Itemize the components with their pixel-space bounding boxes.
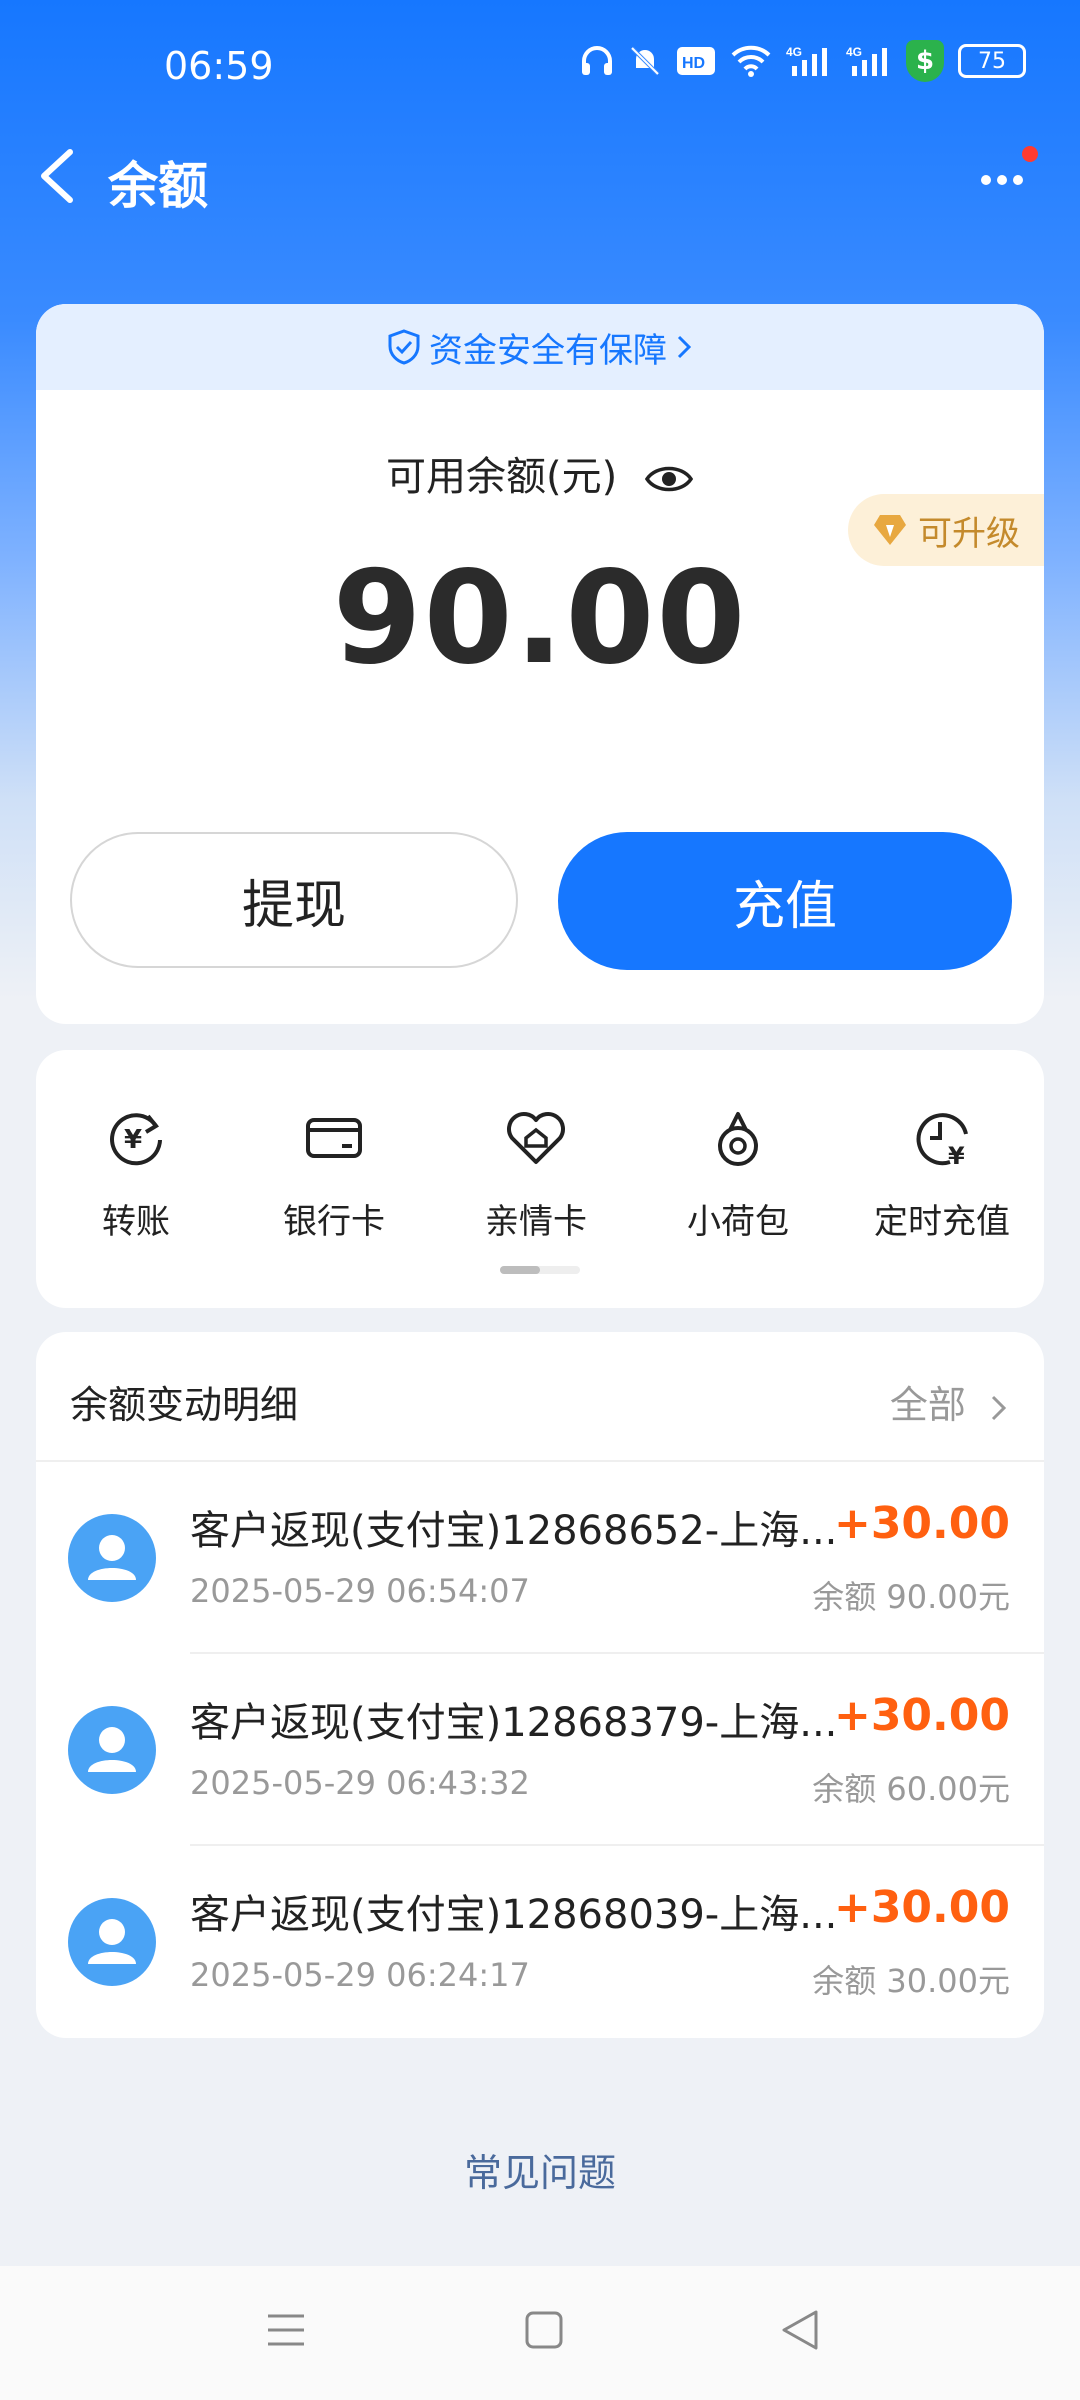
transaction-balance: 余额 30.00元 bbox=[812, 1962, 1010, 2000]
diamond-icon bbox=[874, 515, 906, 545]
shortcut-label: 定时充值 bbox=[874, 1202, 1010, 1242]
status-time: 06:59 bbox=[164, 44, 274, 88]
transaction-time: 2025-05-29 06:54:07 bbox=[190, 1572, 530, 1610]
bank-card-icon bbox=[306, 1118, 362, 1158]
topup-button[interactable]: 充值 bbox=[558, 832, 1012, 970]
shortcut-label: 转账 bbox=[102, 1202, 170, 1242]
page-title: 余额 bbox=[108, 157, 208, 215]
battery-icon: 75 bbox=[958, 44, 1026, 78]
safety-text: 资金安全有保障 bbox=[429, 330, 667, 371]
transaction-row[interactable]: 客户返现(支付宝)12868652-上海... +30.00 2025-05-2… bbox=[36, 1462, 1044, 1654]
shield-check-icon bbox=[388, 329, 420, 365]
scheduled-topup-icon: ¥ bbox=[916, 1113, 968, 1170]
security-shield-icon: $ bbox=[906, 40, 944, 82]
back-icon[interactable] bbox=[34, 146, 84, 206]
scroll-indicator-thumb bbox=[500, 1266, 540, 1274]
home-icon[interactable] bbox=[524, 2310, 564, 2350]
svg-text:4G: 4G bbox=[846, 45, 862, 59]
chevron-right-icon bbox=[677, 335, 692, 359]
transaction-balance: 余额 60.00元 bbox=[812, 1770, 1010, 1808]
shortcut-label: 银行卡 bbox=[283, 1202, 385, 1242]
eye-icon[interactable] bbox=[644, 459, 694, 499]
svg-text:¥: ¥ bbox=[124, 1125, 142, 1155]
transaction-amount: +30.00 bbox=[833, 1498, 1010, 1549]
shortcut-bank-card[interactable]: 银行卡 bbox=[234, 1106, 434, 1243]
withdraw-button[interactable]: 提现 bbox=[70, 832, 518, 968]
status-icons: HD 4G 4G $ 75 bbox=[580, 40, 1026, 82]
details-title: 余额变动明细 bbox=[70, 1383, 299, 1427]
transaction-time: 2025-05-29 06:24:17 bbox=[190, 1956, 530, 1994]
transaction-title: 客户返现(支付宝)12868379-上海... bbox=[190, 1700, 838, 1746]
battery-level: 75 bbox=[978, 48, 1006, 74]
shortcut-small-pouch[interactable]: 小荷包 bbox=[638, 1106, 838, 1243]
transaction-row[interactable]: 客户返现(支付宝)12868039-上海... +30.00 2025-05-2… bbox=[36, 1846, 1044, 2038]
svg-text:4G: 4G bbox=[786, 45, 802, 59]
details-filter-label: 全部 bbox=[889, 1383, 966, 1427]
transaction-row[interactable]: 客户返现(支付宝)12868379-上海... +30.00 2025-05-2… bbox=[36, 1654, 1044, 1846]
shortcut-scheduled-topup[interactable]: ¥ 定时充值 bbox=[842, 1106, 1042, 1243]
headphones-icon bbox=[582, 46, 612, 75]
family-card-icon bbox=[507, 1112, 565, 1164]
hd-icon: HD bbox=[677, 47, 715, 75]
chevron-right-icon bbox=[991, 1395, 1007, 1420]
notification-dot bbox=[1022, 146, 1038, 162]
mute-icon bbox=[630, 46, 660, 76]
shortcut-label: 亲情卡 bbox=[485, 1202, 587, 1242]
shortcut-family-card[interactable]: 亲情卡 bbox=[436, 1106, 636, 1243]
small-pouch-icon bbox=[718, 1112, 758, 1166]
transaction-title: 客户返现(支付宝)12868652-上海... bbox=[190, 1508, 838, 1554]
balance-card: 资金安全有保障 可用余额(元) 可升级 90.00 提现 充值 bbox=[36, 304, 1044, 1024]
menu-icon[interactable] bbox=[266, 2310, 306, 2350]
system-nav-bar bbox=[0, 2266, 1080, 2400]
transaction-time: 2025-05-29 06:43:32 bbox=[190, 1764, 530, 1802]
4g-signal-icon: 4G bbox=[786, 45, 827, 76]
shortcuts-card: ¥ 转账 银行卡 亲情卡 小荷包 ¥ 定时充值 bbox=[36, 1050, 1044, 1308]
faq-link[interactable]: 常见问题 bbox=[0, 2142, 1080, 2197]
transaction-title: 客户返现(支付宝)12868039-上海... bbox=[190, 1892, 838, 1938]
user-avatar-icon bbox=[68, 1898, 156, 1986]
details-filter-all[interactable]: 全部 bbox=[890, 1374, 1010, 1429]
transaction-amount: +30.00 bbox=[833, 1690, 1010, 1741]
shortcut-transfer[interactable]: ¥ 转账 bbox=[36, 1106, 236, 1243]
safety-banner[interactable]: 资金安全有保障 bbox=[36, 304, 1044, 390]
transfer-icon: ¥ bbox=[110, 1113, 162, 1166]
transaction-amount: +30.00 bbox=[833, 1882, 1010, 1933]
balance-amount: 90.00 bbox=[332, 544, 748, 693]
4g-signal-icon: 4G bbox=[846, 45, 887, 76]
shortcut-label: 小荷包 bbox=[687, 1202, 789, 1242]
transaction-balance: 余额 90.00元 bbox=[812, 1578, 1010, 1616]
balance-details-card: 余额变动明细 全部 客户返现(支付宝)12868652-上海... +30.00… bbox=[36, 1332, 1044, 2038]
user-avatar-icon bbox=[68, 1514, 156, 1602]
available-balance-label: 可用余额(元) bbox=[386, 454, 618, 500]
svg-text:HD: HD bbox=[682, 55, 705, 72]
user-avatar-icon bbox=[68, 1706, 156, 1794]
back-triangle-icon[interactable] bbox=[780, 2308, 820, 2352]
wifi-icon bbox=[731, 45, 771, 77]
svg-text:¥: ¥ bbox=[948, 1142, 965, 1170]
